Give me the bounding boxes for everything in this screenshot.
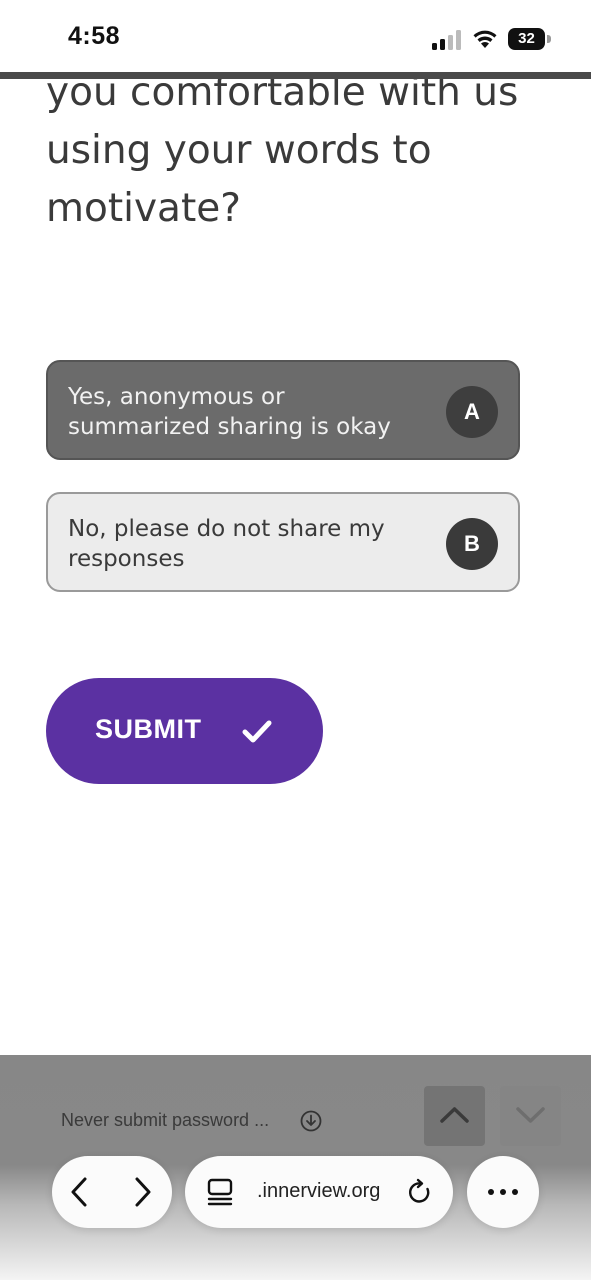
submit-label: SUBMIT (95, 714, 202, 744)
status-bar: 4:58 32 (0, 0, 591, 72)
back-icon[interactable] (68, 1176, 92, 1208)
reload-icon[interactable] (407, 1178, 433, 1206)
option-a[interactable]: Yes, anonymous or summarized sharing is … (46, 360, 520, 460)
chevron-up-icon (440, 1107, 469, 1123)
status-time: 4:58 (68, 22, 121, 50)
more-button[interactable] (467, 1156, 539, 1228)
option-b[interactable]: No, please do not share my responses B (46, 492, 520, 592)
submit-button[interactable]: SUBMIT (46, 678, 323, 784)
wifi-icon (473, 30, 497, 48)
option-a-label: Yes, anonymous or summarized sharing is … (68, 384, 391, 440)
chevron-down-icon (516, 1107, 545, 1123)
password-hint[interactable]: Never submit password ... (61, 1110, 269, 1131)
url-text: .innerview.org (257, 1180, 381, 1202)
progress-bar (0, 72, 591, 79)
check-icon (242, 720, 272, 743)
address-bar[interactable]: .innerview.org (185, 1156, 453, 1228)
more-icon (488, 1189, 518, 1195)
next-field-button[interactable] (500, 1086, 561, 1146)
signal-icon (432, 30, 461, 50)
previous-field-button[interactable] (424, 1086, 485, 1146)
forward-icon[interactable] (130, 1176, 154, 1208)
nav-buttons (52, 1156, 172, 1228)
download-icon[interactable] (300, 1110, 322, 1132)
question-text: you comfortable with us using your words… (46, 79, 519, 231)
option-a-key: A (446, 386, 498, 438)
option-b-key: B (446, 518, 498, 570)
battery-level: 32 (518, 30, 535, 47)
battery-icon: 32 (508, 28, 552, 50)
option-b-label: No, please do not share my responses (68, 516, 385, 572)
question-area: you comfortable with us using your words… (0, 79, 591, 279)
tabs-icon[interactable] (207, 1178, 233, 1206)
